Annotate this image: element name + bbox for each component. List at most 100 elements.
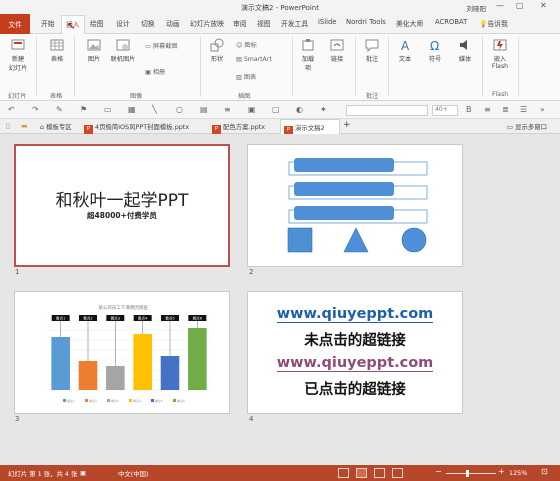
tab-file[interactable]: 文件: [0, 14, 30, 34]
effects-icon[interactable]: ✦: [320, 105, 327, 114]
tab-animations[interactable]: 动画: [166, 18, 180, 28]
align-center-icon[interactable]: ≣: [502, 105, 509, 114]
addins-icon: [302, 39, 314, 51]
unvisited-link-caption: 未点击的超链接: [304, 333, 406, 349]
tab-view[interactable]: 视图: [257, 18, 271, 28]
shape-icon[interactable]: ○: [176, 105, 183, 114]
view-normal-icon[interactable]: [338, 468, 349, 478]
slide-thumbnail-4[interactable]: www.qiuyeppt.com 未点击的超链接 www.qiuyeppt.co…: [247, 291, 463, 414]
text-box-icon[interactable]: ▭: [104, 105, 112, 114]
tab-design[interactable]: 设计: [116, 18, 130, 28]
quick-toolbar: ↶ ↷ ✎ ⚑ ▭ ▦ ╲ ○ ▤ ≡ ▣ ▢ ◐ ✦ 40+ B ≡ ≣ ☰ …: [0, 101, 560, 119]
group-icon[interactable]: ▣: [248, 105, 256, 114]
chart-bars: [51, 328, 207, 390]
zoom-level[interactable]: 125%: [509, 469, 527, 477]
align-left-icon[interactable]: ≡: [484, 105, 491, 114]
user-name[interactable]: 刘晓阳: [467, 3, 487, 13]
picture-button[interactable]: 图片: [82, 38, 106, 63]
font-size-combo[interactable]: 40+: [432, 105, 458, 116]
doc-tab-current[interactable]: P 演示文稿2: [280, 119, 340, 135]
chart-button[interactable]: ▥ 图表: [236, 72, 256, 81]
zoom-slider-thumb[interactable]: [466, 470, 469, 477]
legend-swatch: [63, 399, 66, 402]
slide-thumbnail-2[interactable]: [247, 144, 463, 267]
tab-transitions[interactable]: 切换: [141, 18, 155, 28]
hyperlink-visited[interactable]: www.qiuyeppt.com: [248, 355, 462, 372]
spellcheck-icon[interactable]: ▣: [80, 469, 86, 477]
media-button[interactable]: 媒体: [454, 38, 476, 63]
zoom-in-icon[interactable]: +: [498, 467, 505, 476]
tell-me-search[interactable]: 💡告诉我: [479, 18, 508, 28]
link-button[interactable]: 链接: [325, 38, 349, 63]
zoom-out-icon[interactable]: −: [435, 467, 442, 476]
tab-draw[interactable]: 绘图: [90, 18, 104, 28]
photo-album-button[interactable]: ▣ 相册: [145, 67, 165, 76]
image-icon[interactable]: ▦: [128, 105, 136, 114]
show-multi-window-button[interactable]: ▭ 显示多窗口: [507, 119, 547, 134]
close-button[interactable]: ✕: [540, 1, 547, 10]
language-status[interactable]: 中文(中国): [118, 469, 149, 478]
new-tab-button[interactable]: +: [343, 119, 351, 134]
legend-label: 看点4: [133, 398, 141, 403]
tab-islide[interactable]: iSlide: [318, 18, 336, 26]
data-label-text: 看点4: [138, 316, 148, 321]
restore-button[interactable]: ▢: [516, 1, 524, 10]
slide-thumbnail-3[interactable]: 某公司员工下滑原因调查 看点1 看点2 看点3 看点4 看点5 看点6 看点1 看点2 看点3…: [14, 291, 230, 414]
svg-text:A: A: [401, 39, 410, 52]
bullets-icon[interactable]: ☰: [520, 105, 527, 114]
tab-developer[interactable]: 开发工具: [281, 18, 308, 28]
redo-icon[interactable]: ↷: [32, 105, 39, 114]
tab-slideshow[interactable]: 幻灯片放映: [190, 18, 224, 28]
tab-home[interactable]: 开始: [41, 18, 55, 28]
doc-tab-ios-template[interactable]: P 4页极简iOS风PPT封面模板.pptx: [84, 119, 189, 134]
view-reading-icon[interactable]: [374, 468, 385, 478]
tab-beautify[interactable]: 美化大师: [396, 18, 423, 28]
data-label-text: 看点1: [56, 316, 65, 321]
shapes-button[interactable]: 形状: [205, 38, 229, 63]
legend-swatch: [85, 399, 88, 402]
data-label-text: 看点5: [165, 316, 174, 321]
tab-review[interactable]: 审阅: [233, 18, 247, 28]
doc-tab-color-scheme[interactable]: P 配色方案.pptx: [212, 119, 265, 134]
group-label-illustrations: 插图: [238, 93, 251, 100]
minimize-button[interactable]: —: [496, 1, 504, 10]
screenshot-button[interactable]: ▭ 屏幕截图: [145, 41, 178, 50]
slide-thumbnail-1[interactable]: 和秋叶一起学PPT 超48000+付费学员: [14, 144, 230, 267]
flash-icon: [493, 39, 507, 51]
overflow-icon[interactable]: »: [540, 105, 545, 114]
page-icon[interactable]: ▯: [6, 122, 10, 130]
icons-button[interactable]: ☺ 图标: [236, 40, 257, 49]
addins-button[interactable]: 加载 项: [296, 38, 320, 72]
font-name-combo[interactable]: [346, 105, 428, 116]
folder-icon[interactable]: ▬: [21, 122, 28, 130]
separator: [200, 37, 201, 97]
online-picture-button[interactable]: 联机图片: [108, 38, 138, 63]
tab-template-zone[interactable]: ⌂ 模板专区: [36, 119, 72, 134]
smartart-button[interactable]: ▤ SmartArt: [236, 56, 272, 63]
zoom-slider[interactable]: [446, 473, 496, 474]
tab-nordri-tools[interactable]: Nordri Tools: [346, 18, 386, 26]
color-icon[interactable]: ◐: [296, 105, 303, 114]
symbol-button[interactable]: Ω 符号: [424, 38, 446, 63]
table-icon: [50, 39, 64, 51]
select-icon[interactable]: ▢: [272, 105, 280, 114]
paint-icon[interactable]: ✎: [56, 105, 63, 114]
table-button[interactable]: 表格: [45, 38, 69, 63]
embed-flash-button[interactable]: 嵌入 Flash: [486, 38, 514, 70]
bold-icon[interactable]: B: [466, 105, 472, 114]
new-slide-button[interactable]: 新建 幻灯片: [4, 38, 32, 72]
fit-window-icon[interactable]: ⊡: [541, 467, 548, 476]
document-tab-bar: ▯ ▬ ⌂ 模板专区 P 4页极简iOS风PPT封面模板.pptx P 配色方案.p…: [0, 119, 560, 135]
text-button[interactable]: A 文本: [394, 38, 416, 63]
hyperlink-unvisited[interactable]: www.qiuyeppt.com: [248, 306, 462, 323]
tab-acrobat[interactable]: ACROBAT: [435, 18, 467, 26]
brush-icon[interactable]: ⚑: [80, 105, 87, 114]
comment-button[interactable]: 批注: [360, 38, 384, 63]
pptx-file-icon: P: [84, 125, 93, 134]
align-icon[interactable]: ≡: [224, 105, 231, 114]
undo-icon[interactable]: ↶: [8, 105, 15, 114]
view-slideshow-icon[interactable]: [392, 468, 403, 478]
line-icon[interactable]: ╲: [152, 105, 157, 114]
arrange-icon[interactable]: ▤: [200, 105, 208, 114]
view-sorter-icon[interactable]: [356, 468, 367, 478]
